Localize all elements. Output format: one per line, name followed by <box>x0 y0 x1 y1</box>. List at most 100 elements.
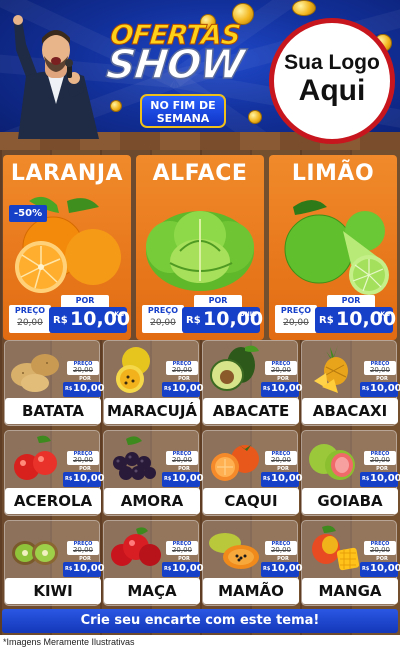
passion-fruit-image <box>116 347 150 393</box>
featured-card-limao[interactable]: LIMÃO PREÇO 20,00 POR R$ 10,00 KG <box>269 155 397 340</box>
currency: R$ <box>186 315 201 326</box>
header-banner: OFERTAS SHOW NO FIM DE SEMANA Sua Logo A… <box>0 0 400 150</box>
new-price: 10,00 <box>370 563 400 574</box>
price-tag: PREÇO 20,00 POR R$ 10,00 <box>61 361 105 397</box>
blackberry-image <box>113 436 156 480</box>
product-name: CAQUI <box>203 488 299 514</box>
product-card-goiaba[interactable]: PREÇO 20,00 POR R$ 10,00 GOIABA <box>301 430 400 516</box>
product-name: AMORA <box>104 488 200 514</box>
old-price: 20,00 <box>171 456 193 464</box>
old-price: 20,00 <box>369 366 391 374</box>
product-card-maracuja[interactable]: PREÇO 20,00 POR R$ 10,00 MARACUJÁ <box>103 340 204 426</box>
potato-image <box>11 354 59 392</box>
product-card-mamao[interactable]: PREÇO 20,00 POR R$ 10,00 MAMÃO <box>202 520 303 606</box>
new-price: 10,00 <box>172 383 204 394</box>
apple-image <box>111 527 161 566</box>
new-price: 10,00 <box>73 473 105 484</box>
currency: R$ <box>319 315 334 326</box>
por-label: POR <box>61 295 109 307</box>
disclaimer-text: *Imagens Meramente Ilustrativas <box>3 637 135 647</box>
lettuce-image <box>146 211 254 291</box>
price-tag: PREÇO 20,00 POR R$ 10,00 <box>61 451 105 487</box>
por-label: POR <box>327 295 375 307</box>
discount-badge: -50% <box>9 205 48 222</box>
lime-image <box>284 200 389 295</box>
new-price: 10,00 <box>73 563 105 574</box>
product-card-batata[interactable]: PREÇO 20,00 POR R$ 10,00 BATATA <box>4 340 105 426</box>
price-tag: PREÇO 20,00 POR R$ 10,00 <box>358 451 400 487</box>
product-card-manga[interactable]: PREÇO 20,00 POR R$ 10,00 MANGA <box>301 520 400 606</box>
product-name: BATATA <box>5 398 101 424</box>
currency: R$ <box>263 566 271 572</box>
papaya-image <box>209 533 259 569</box>
product-name: MANGA <box>302 578 398 604</box>
product-card-caqui[interactable]: PREÇO 20,00 POR R$ 10,00 CAQUI <box>202 430 303 516</box>
featured-card-laranja[interactable]: LARANJA -50% PREÇO 20,00 POR R$ 10,00 KG <box>3 155 131 340</box>
coin-icon <box>110 100 122 112</box>
unit-label: KG <box>114 311 124 318</box>
product-name: ABACATE <box>203 398 299 424</box>
old-price: 20,00 <box>171 546 193 554</box>
old-price: 20,00 <box>369 546 391 554</box>
offers-area: LARANJA -50% PREÇO 20,00 POR R$ 10,00 KG… <box>0 150 400 635</box>
avocado-image <box>210 345 259 391</box>
featured-card-alface[interactable]: ALFACE PREÇO 20,00 POR R$ 10,00 UNID <box>136 155 264 340</box>
new-price: 10,00 <box>370 473 400 484</box>
product-card-maca[interactable]: PREÇO 20,00 POR R$ 10,00 MAÇA <box>103 520 204 606</box>
currency: R$ <box>362 386 370 392</box>
preco-label: PREÇO <box>280 306 312 315</box>
new-price: 10,00 <box>271 383 303 394</box>
acerola-image <box>14 435 57 480</box>
price-tag: PREÇO 20,00 POR R$ 10,00 KG <box>275 295 396 335</box>
old-price: 20,00 <box>369 456 391 464</box>
preco-label: PREÇO <box>14 306 46 315</box>
product-name: ABACAXI <box>302 398 398 424</box>
currency: R$ <box>263 476 271 482</box>
guava-image <box>309 444 355 480</box>
old-price: 20,00 <box>150 318 176 328</box>
pineapple-image <box>314 345 348 393</box>
kiwi-image <box>12 541 58 565</box>
product-card-kiwi[interactable]: PREÇO 20,00 POR R$ 10,00 KIWI <box>4 520 105 606</box>
new-price: 10,00 <box>271 473 303 484</box>
currency: R$ <box>164 566 172 572</box>
preco-label: PREÇO <box>147 306 179 315</box>
old-price: 20,00 <box>17 318 43 328</box>
coin-icon <box>292 0 316 16</box>
unit-label: UNID <box>239 311 257 318</box>
old-price: 20,00 <box>283 318 309 328</box>
offer-title: OFERTAS SHOW <box>95 20 255 89</box>
old-price: 20,00 <box>270 456 292 464</box>
product-card-acerola[interactable]: PREÇO 20,00 POR R$ 10,00 ACEROLA <box>4 430 105 516</box>
product-name: MAMÃO <box>203 578 299 604</box>
product-name: KIWI <box>5 578 101 604</box>
currency: R$ <box>65 386 73 392</box>
price-tag: PREÇO 20,00 POR R$ 10,00 UNID <box>142 295 263 335</box>
create-flyer-button[interactable]: Crie seu encarte com este tema! <box>2 609 398 633</box>
product-name: ACEROLA <box>5 488 101 514</box>
new-price: 10,00 <box>172 473 204 484</box>
product-card-abacaxi[interactable]: PREÇO 20,00 POR R$ 10,00 ABACAXI <box>301 340 400 426</box>
mango-image <box>312 525 360 571</box>
new-price: 10,00 <box>73 383 105 394</box>
old-price: 20,00 <box>171 366 193 374</box>
product-name: GOIABA <box>302 488 398 514</box>
title-show: SHOW <box>104 41 247 89</box>
logo-line1: Sua Logo <box>284 51 380 74</box>
badge-line1: NO FIM DE <box>150 99 216 112</box>
product-card-amora[interactable]: PREÇO 20,00 POR R$ 10,00 AMORA <box>103 430 204 516</box>
persimmon-image <box>211 445 259 481</box>
price-tag: PREÇO 20,00 POR R$ 10,00 <box>259 361 303 397</box>
product-name: LIMÃO <box>291 161 375 186</box>
product-name: MAÇA <box>104 578 200 604</box>
old-price: 20,00 <box>72 546 94 554</box>
product-card-abacate[interactable]: PREÇO 20,00 POR R$ 10,00 ABACATE <box>202 340 303 426</box>
por-label: POR <box>194 295 242 307</box>
flyer: OFERTAS SHOW NO FIM DE SEMANA Sua Logo A… <box>0 0 400 650</box>
price-tag: PREÇO 20,00 POR R$ 10,00 KG <box>9 295 130 335</box>
product-name: LARANJA <box>10 161 124 186</box>
logo-placeholder[interactable]: Sua Logo Aqui <box>269 18 395 144</box>
currency: R$ <box>164 476 172 482</box>
badge-line2: SEMANA <box>156 112 210 125</box>
price-tag: PREÇO 20,00 POR R$ 10,00 <box>358 541 400 577</box>
